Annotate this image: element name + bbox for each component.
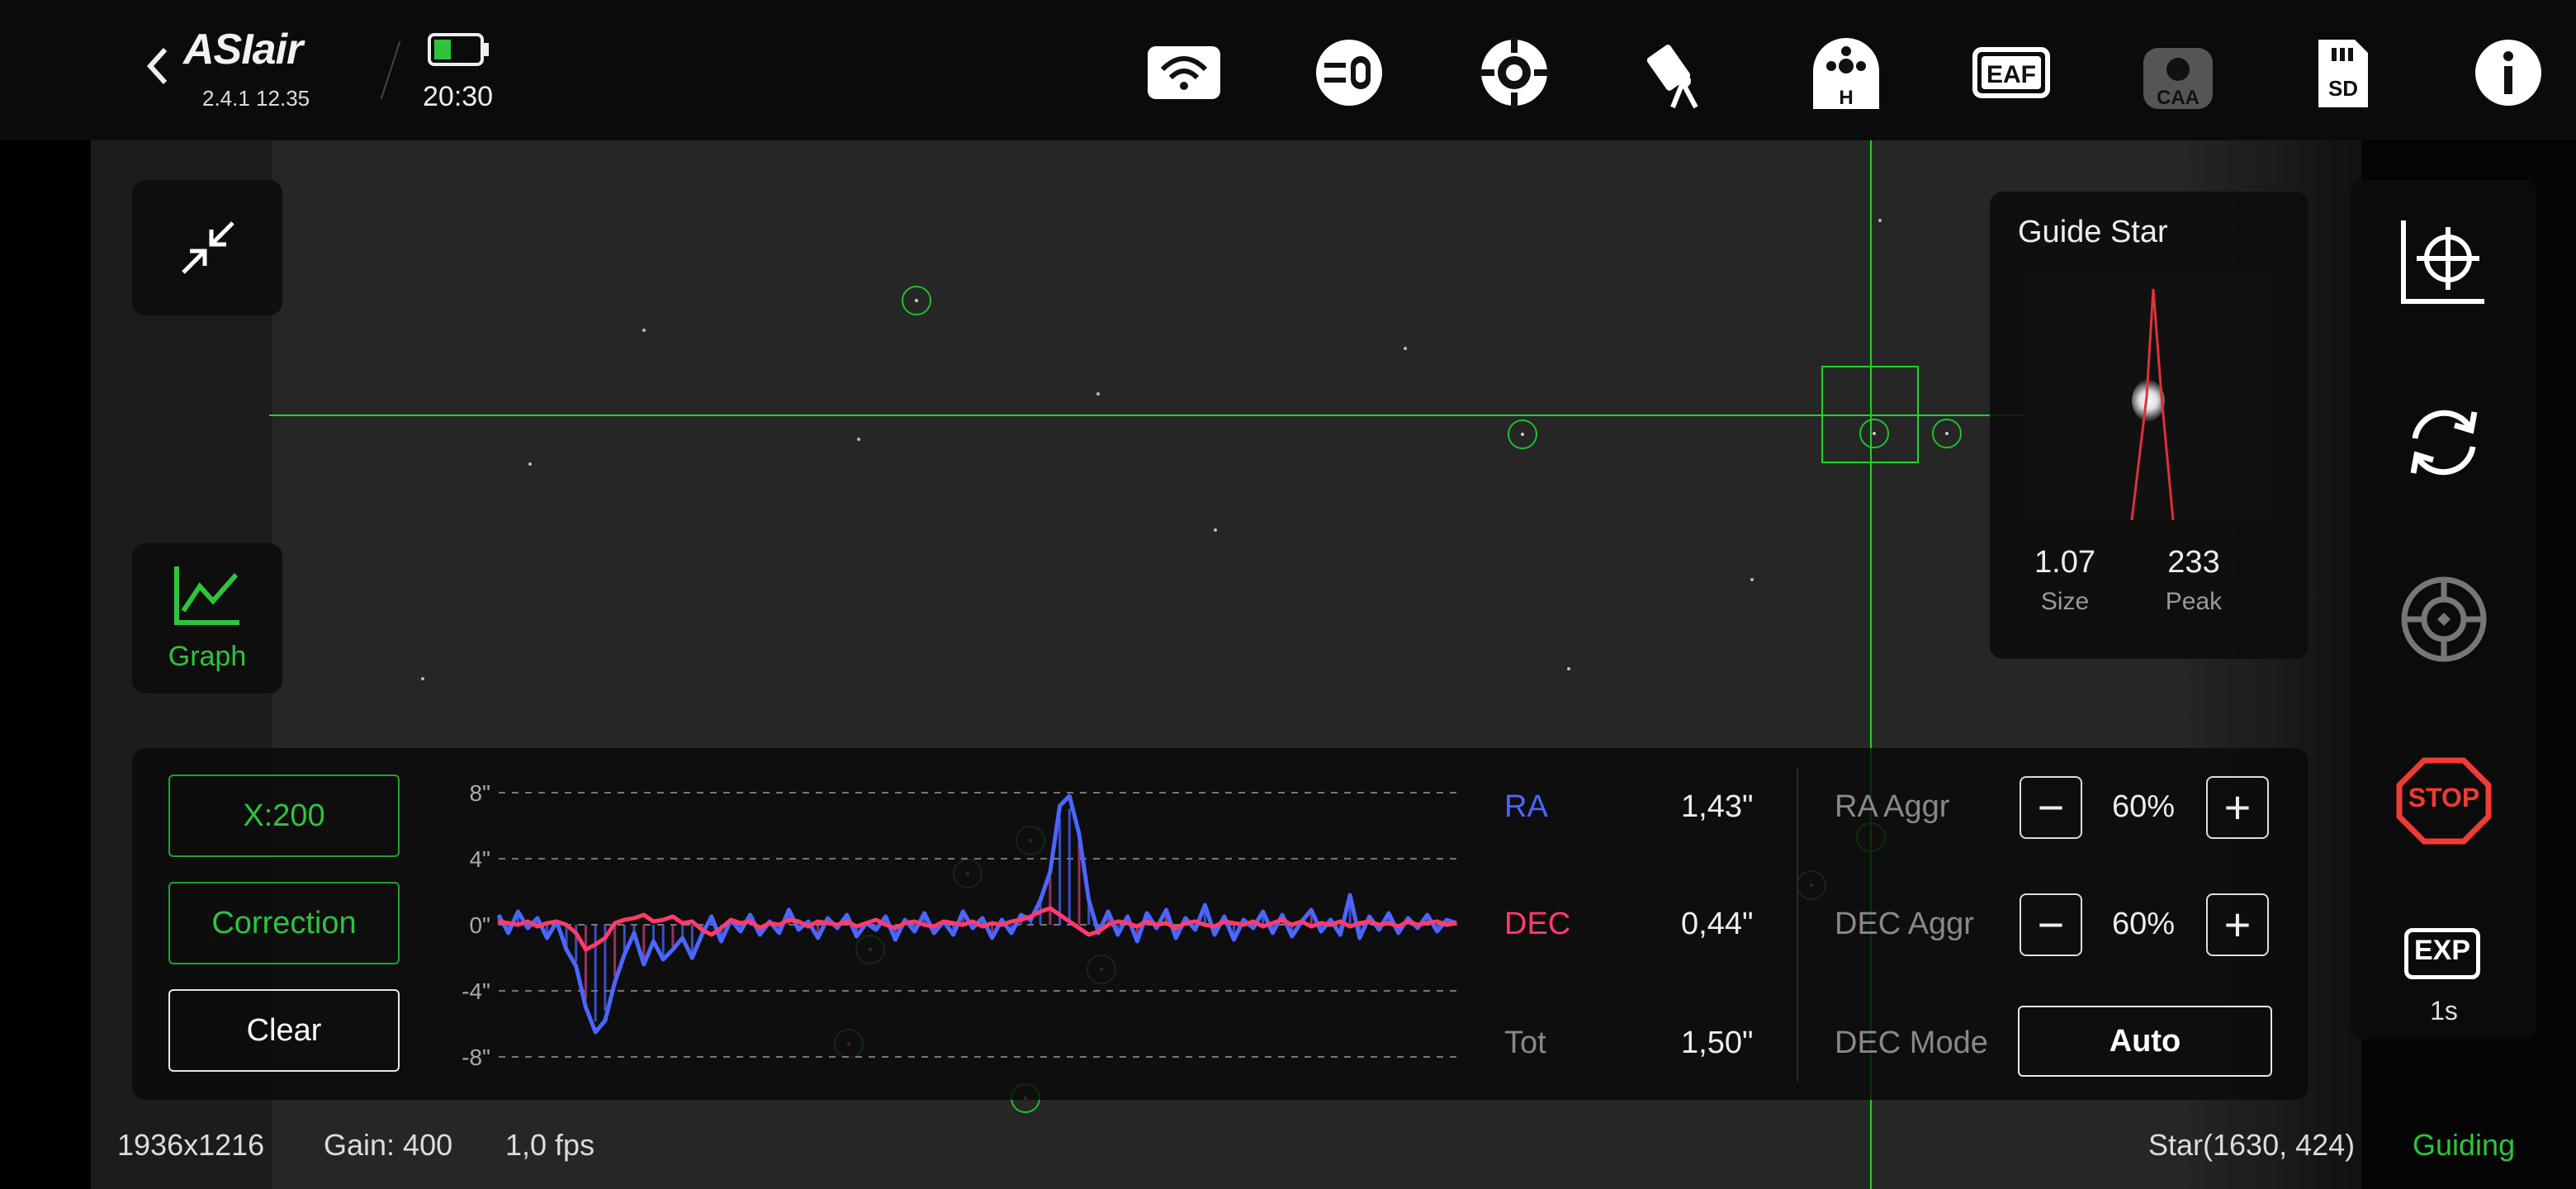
- collapse-button[interactable]: [132, 180, 282, 315]
- refresh-icon: [2410, 410, 2478, 476]
- ra-aggr-value: 60%: [2112, 789, 2176, 824]
- ra-value: 1,43": [1681, 789, 1754, 824]
- clear-button[interactable]: Clear: [168, 989, 400, 1072]
- info-icon[interactable]: [2469, 33, 2548, 112]
- resolution-text: 1936x1216: [117, 1128, 265, 1162]
- eaf-icon[interactable]: EAF: [1972, 33, 2051, 112]
- target-icon: [2401, 576, 2487, 662]
- svg-text:H: H: [1839, 87, 1853, 109]
- star-peak-label: Peak: [2165, 588, 2223, 615]
- detected-star-marker: [902, 286, 931, 315]
- sd-card-icon[interactable]: SD: [2302, 33, 2381, 112]
- star-size-value: 1.07: [2034, 545, 2095, 580]
- chevron-left-icon: [146, 47, 168, 85]
- y-tick-label: -4": [462, 978, 490, 1004]
- caa-icon[interactable]: CAA: [2138, 33, 2218, 112]
- ra-aggr-label: RA Aggr: [1835, 789, 1950, 824]
- guide-star-thumbnail: [2024, 272, 2272, 520]
- home-icon[interactable]: H: [1807, 33, 1886, 112]
- y-tick-label: 4": [469, 846, 490, 872]
- exp-label: EXP: [2413, 935, 2471, 966]
- app-version: 2.4.1 12.35: [202, 86, 310, 111]
- stop-label: STOP: [2408, 783, 2480, 812]
- guide-star-box[interactable]: [1821, 366, 1919, 463]
- crosshair-graph-icon: [2401, 220, 2484, 304]
- scale-button[interactable]: X:200: [168, 775, 400, 857]
- guide-star-panel: Guide Star 1.07 Size 233 Peak: [1990, 192, 2308, 659]
- svg-text:EAF: EAF: [1986, 61, 2036, 88]
- dec-aggr-value: 60%: [2112, 907, 2176, 941]
- y-tick-label: -8": [462, 1045, 490, 1070]
- graph-toggle-button[interactable]: Graph: [132, 543, 282, 694]
- dec-aggr-plus-button[interactable]: +: [2206, 893, 2269, 956]
- dec-aggr-label: DEC Aggr: [1835, 907, 1974, 941]
- correction-button[interactable]: Correction: [168, 882, 400, 964]
- detected-star-marker: [1508, 419, 1537, 449]
- graph-icon: [174, 566, 239, 625]
- loop-button[interactable]: [2378, 385, 2510, 500]
- tot-label: Tot: [1504, 1026, 1546, 1060]
- detected-star-marker: [1932, 419, 1962, 448]
- dec-mode-label: DEC Mode: [1835, 1026, 1988, 1060]
- exposure-button[interactable]: EXP 1s: [2378, 917, 2510, 1040]
- dec-mode-select[interactable]: Auto: [2018, 1006, 2272, 1077]
- graph-label: Graph: [168, 641, 247, 672]
- telescope-icon[interactable]: [1643, 33, 1722, 112]
- collapse-arrows-icon: [182, 221, 234, 274]
- star-size-label: Size: [2040, 588, 2090, 615]
- tot-value: 1,50": [1681, 1026, 1754, 1060]
- star-position-text: Star(1630, 424): [2148, 1128, 2356, 1162]
- svg-text:CAA: CAA: [2157, 87, 2200, 109]
- panel-divider: [1797, 768, 1798, 1082]
- filter-wheel-icon[interactable]: [1308, 33, 1387, 112]
- battery-icon: [428, 33, 489, 66]
- guide-star-title: Guide Star: [2018, 215, 2168, 249]
- ra-label: RA: [1504, 789, 1548, 824]
- guiding-status: Guiding: [2413, 1128, 2516, 1162]
- calibrate-button[interactable]: [2378, 203, 2510, 319]
- star-peak-value: 233: [2167, 545, 2220, 580]
- ra-aggr-minus-button[interactable]: −: [2020, 776, 2082, 839]
- left-black-margin: [0, 0, 91, 1189]
- stop-button[interactable]: STOP: [2378, 743, 2510, 859]
- y-tick-label: 0": [469, 912, 490, 938]
- guide-error-chart[interactable]: 8" 4" 0" -4" -8": [429, 768, 1470, 1073]
- app-logo: ASIair: [183, 26, 303, 73]
- clock: 20:30: [423, 81, 494, 112]
- dec-value: 0,44": [1681, 907, 1754, 941]
- dec-aggr-minus-button[interactable]: −: [2020, 893, 2082, 956]
- exp-value: 1s: [2430, 996, 2458, 1026]
- dec-label: DEC: [1504, 907, 1571, 941]
- y-tick-label: 8": [469, 780, 490, 806]
- svg-text:SD: SD: [2328, 76, 2358, 101]
- gain-text: Gain: 400: [324, 1128, 453, 1162]
- wifi-icon[interactable]: [1144, 33, 1224, 112]
- fps-text: 1,0 fps: [505, 1128, 595, 1162]
- mount-icon[interactable]: [1475, 33, 1554, 112]
- guide-target-button[interactable]: [2378, 561, 2510, 677]
- crosshair-horizontal: [269, 414, 2023, 416]
- back-button[interactable]: [140, 41, 182, 91]
- ra-aggr-plus-button[interactable]: +: [2206, 776, 2269, 839]
